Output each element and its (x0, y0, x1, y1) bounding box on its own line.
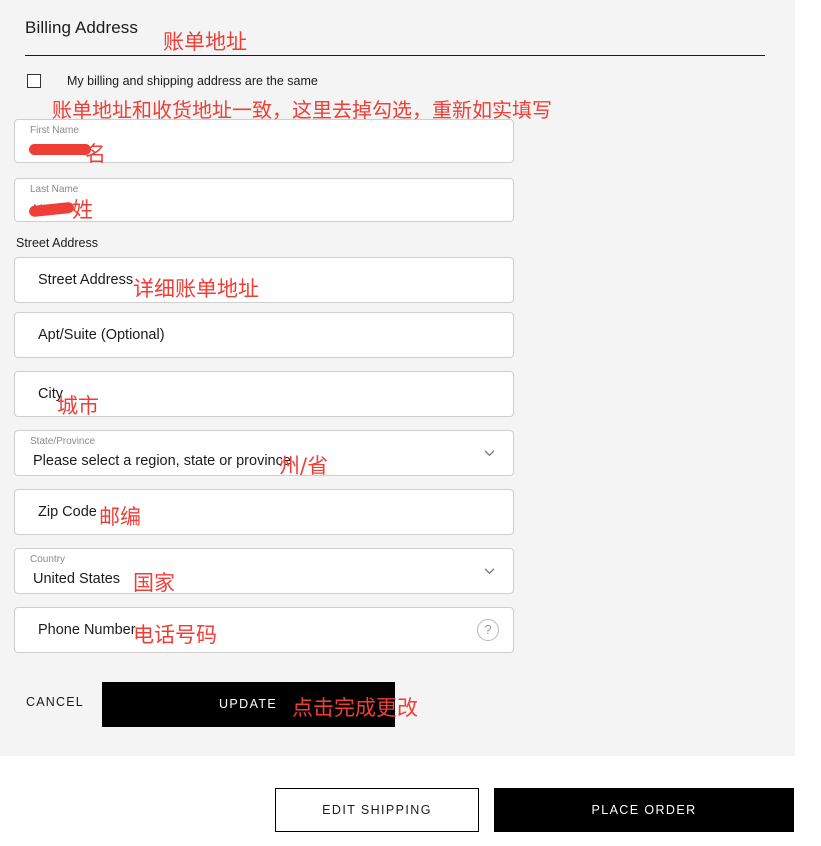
help-circle-icon[interactable]: ? (477, 619, 499, 641)
street-address-field[interactable]: Street Address (14, 257, 514, 303)
first-name-label: First Name (30, 125, 79, 136)
state-province-value: Please select a region, state or provinc… (33, 453, 291, 469)
apt-suite-placeholder: Apt/Suite (Optional) (38, 327, 165, 343)
apt-suite-field[interactable]: Apt/Suite (Optional) (14, 312, 514, 358)
first-name-field[interactable]: First Name Kitten (14, 119, 514, 163)
zip-code-placeholder: Zip Code (38, 504, 97, 520)
update-button[interactable] (102, 682, 395, 727)
street-address-placeholder: Street Address (38, 272, 134, 288)
heading-divider (25, 55, 765, 56)
cancel-button[interactable]: CANCEL (26, 695, 84, 709)
last-name-label: Last Name (30, 184, 79, 195)
country-value: United States (33, 571, 121, 587)
city-field[interactable]: City (14, 371, 514, 417)
state-province-label: State/Province (30, 436, 96, 447)
phone-number-field[interactable]: Phone Number ? (14, 607, 514, 653)
same-address-checkbox[interactable] (27, 74, 41, 88)
street-address-group-label: Street Address (16, 236, 98, 250)
phone-number-placeholder: Phone Number (38, 622, 136, 638)
zip-code-field[interactable]: Zip Code (14, 489, 514, 535)
page-title: Billing Address (25, 18, 139, 37)
chevron-down-icon (484, 566, 495, 577)
last-name-field[interactable]: Last Name Ha (14, 178, 514, 222)
state-province-select[interactable]: State/Province Please select a region, s… (14, 430, 514, 476)
city-placeholder: City (38, 386, 63, 402)
place-order-button[interactable]: PLACE ORDER (494, 788, 794, 832)
same-address-label: My billing and shipping address are the … (67, 74, 318, 88)
first-name-redaction-mark (29, 144, 91, 155)
chevron-down-icon (484, 448, 495, 459)
country-label: Country (30, 554, 66, 565)
billing-address-panel: Billing Address My billing and shipping … (0, 0, 795, 756)
same-address-row[interactable]: My billing and shipping address are the … (27, 74, 318, 88)
edit-shipping-button[interactable]: EDIT SHIPPING (275, 788, 479, 832)
country-select[interactable]: Country United States (14, 548, 514, 594)
